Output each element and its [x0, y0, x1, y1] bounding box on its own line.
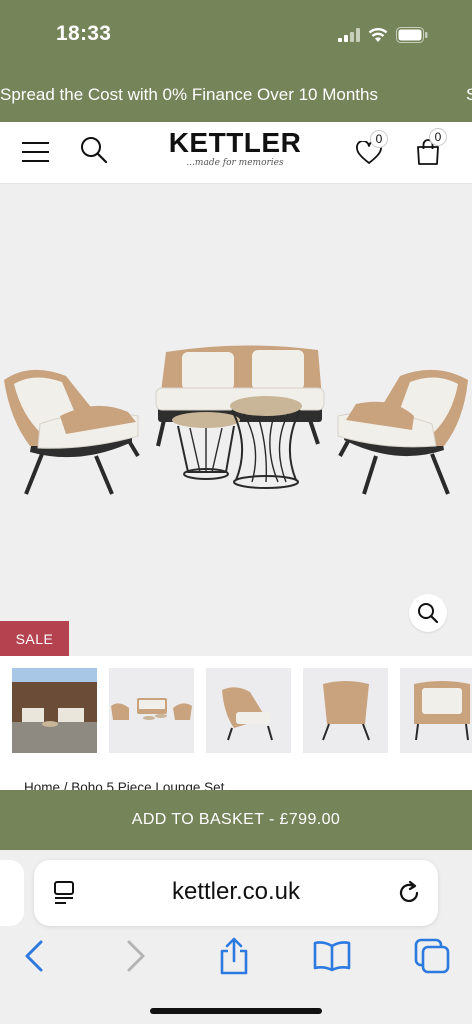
site-header: KETTLER ...made for memories 0 0 — [0, 122, 472, 184]
wishlist-count-badge: 0 — [370, 130, 388, 148]
right-chair-graphic — [337, 369, 468, 495]
thumbnail-4[interactable] — [303, 668, 388, 753]
back-icon — [25, 940, 43, 972]
large-table-graphic — [230, 396, 302, 489]
site-logo[interactable]: KETTLER ...made for memories — [160, 128, 310, 178]
status-time: 18:33 — [56, 22, 112, 45]
share-button[interactable] — [212, 936, 256, 976]
sale-badge: SALE — [0, 621, 69, 656]
search-icon — [81, 137, 108, 164]
home-indicator — [150, 1008, 322, 1014]
reload-icon — [399, 880, 419, 902]
thumbnail-strip — [0, 656, 472, 766]
logo-text: KETTLER — [168, 127, 302, 158]
bookmarks-button[interactable] — [310, 936, 354, 976]
thumbnail-4-image — [322, 681, 370, 741]
magnifier-icon — [418, 603, 439, 624]
menu-button[interactable] — [22, 139, 50, 165]
thumbnail-2-image — [111, 698, 192, 720]
share-icon — [220, 937, 248, 975]
thumbnail-2[interactable] — [109, 668, 194, 753]
tabs-icon — [414, 938, 450, 974]
reload-button[interactable] — [396, 880, 422, 906]
wishlist-button[interactable]: 0 — [352, 130, 388, 170]
lounge-set-illustration — [4, 345, 468, 495]
basket-count-badge: 0 — [429, 128, 447, 146]
promo-banner-next-text: S — [466, 85, 472, 104]
thumbnail-3-image — [222, 687, 273, 741]
signal-icon — [338, 28, 360, 42]
tabs-button[interactable] — [410, 936, 454, 976]
url-text[interactable]: kettler.co.uk — [34, 878, 438, 906]
forward-button[interactable] — [114, 936, 158, 976]
wifi-icon — [368, 28, 388, 42]
add-to-basket-button[interactable]: ADD TO BASKET - £799.00 — [0, 790, 472, 850]
thumbnail-3[interactable] — [206, 668, 291, 753]
basket-button[interactable]: 0 — [411, 128, 447, 170]
previous-tab-card[interactable] — [0, 860, 24, 926]
thumbnail-5-image — [414, 681, 470, 741]
thumbnail-1[interactable] — [12, 668, 97, 753]
address-bar[interactable]: kettler.co.uk — [34, 860, 438, 926]
thumbnail-5[interactable] — [400, 668, 472, 753]
small-table-graphic — [172, 412, 240, 480]
back-button[interactable] — [12, 936, 56, 976]
menu-icon — [22, 142, 49, 162]
search-button[interactable] — [78, 134, 110, 166]
zoom-image-button[interactable] — [409, 594, 447, 632]
status-icons — [338, 24, 428, 46]
left-chair-graphic — [4, 369, 140, 495]
battery-icon — [396, 27, 428, 43]
thumbnail-1-image — [12, 668, 97, 753]
bookmarks-icon — [313, 941, 351, 972]
promo-banner-text[interactable]: Spread the Cost with 0% Finance Over 10 … — [0, 85, 378, 105]
logo-tagline: ...made for memories — [186, 158, 284, 168]
forward-icon — [127, 940, 145, 972]
product-main-image[interactable] — [0, 184, 472, 656]
